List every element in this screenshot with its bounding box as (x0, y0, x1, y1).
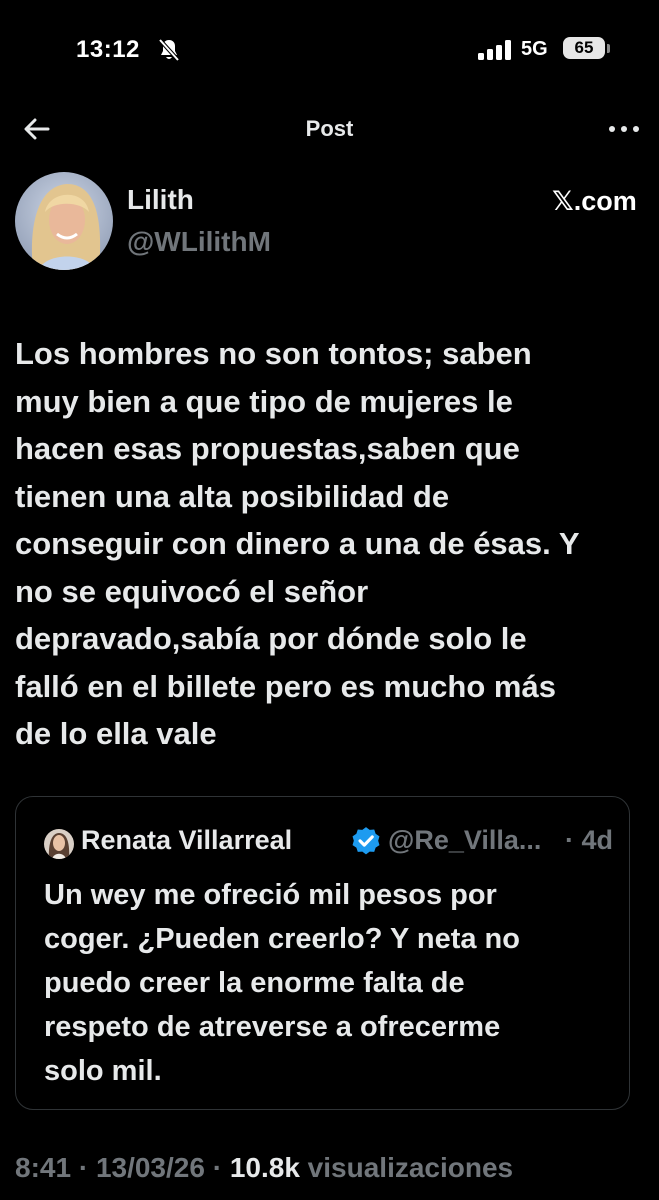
tweet-line: muy bien a que tipo de mujeres le (15, 383, 513, 419)
tweet-line: conseguir con dinero a una de ésas. Y (15, 526, 580, 561)
more-horizontal-icon[interactable] (608, 118, 640, 140)
page-title: Post (305, 116, 354, 141)
battery-icon: 65 (563, 37, 615, 61)
tweet-line: hacen esas propuestas,saben que (15, 431, 520, 466)
quote-line: puedo creer la enorme falta de (44, 967, 465, 999)
quoted-tweet[interactable]: Renata Villarreal @Re_Villa... · 4d Un w… (15, 796, 630, 1110)
signal-icon (478, 40, 511, 60)
quote-line: respeto de atreverse a ofrecerme (44, 1011, 501, 1043)
tweet-line: Los hombres no son tontos; saben (15, 336, 532, 371)
quote-avatar (44, 829, 74, 859)
tweet-line: de lo ella vale (15, 716, 217, 751)
quote-line: solo mil. (44, 1055, 162, 1087)
battery-level: 65 (563, 37, 605, 59)
post-metadata: 8:41 · 13/03/26 · 10.8k visualizaciones (15, 1152, 514, 1183)
quote-timestamp: · 4d (565, 825, 614, 855)
status-bar: 13:12 5G 65 (0, 0, 659, 100)
author-handle[interactable]: @WLilithM (127, 226, 271, 258)
quote-line: coger. ¿Pueden creerlo? Y neta no (44, 923, 520, 955)
view-count[interactable]: 10.8k (230, 1152, 300, 1183)
tweet-line: no se equivocó el señor (15, 573, 369, 609)
quote-author-name[interactable]: Renata Villarreal (81, 825, 292, 856)
tweet-line: depravado,sabía por dónde solo le (15, 621, 527, 656)
post-date: 13/03/26 (95, 1152, 205, 1183)
quote-line: Un wey me ofreció mil pesos por (44, 879, 497, 911)
tweet-line: tienen una alta posibilidad de (15, 478, 450, 514)
status-time: 13:12 (76, 36, 140, 63)
tweet-text: Los hombres no son tontos; saben muy bie… (15, 330, 647, 758)
quote-author-handle[interactable]: @Re_Villa... (388, 825, 541, 856)
tweet-line: falló en el billete pero es mucho más (15, 668, 556, 704)
avatar[interactable] (15, 172, 113, 270)
post-time: 8:41 (15, 1152, 72, 1183)
network-type: 5G (521, 38, 548, 60)
views-label: visualizaciones (299, 1152, 514, 1183)
quote-text: Un wey me ofreció mil pesos por coger. ¿… (44, 873, 614, 1093)
post-header: Post (0, 100, 659, 160)
author-name[interactable]: Lilith (127, 184, 194, 216)
verified-badge-icon (352, 827, 380, 855)
bell-slash-icon (158, 38, 180, 62)
x-logo: 𝕏.com (552, 186, 637, 216)
